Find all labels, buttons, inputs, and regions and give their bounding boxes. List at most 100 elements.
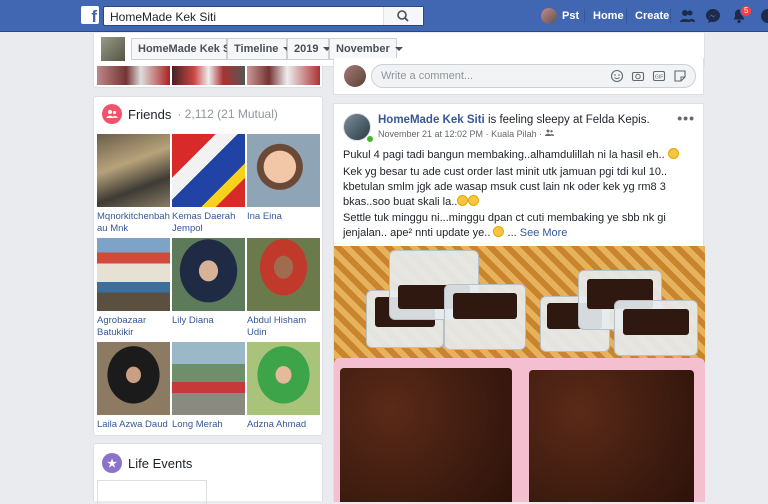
friend-name[interactable]: Mqnorkitchenbahau Mnk: [97, 211, 173, 235]
home-link[interactable]: Home: [593, 10, 624, 22]
messenger-icon[interactable]: [705, 8, 721, 24]
friend-tile[interactable]: Ina Eina: [247, 134, 320, 223]
friend-photo[interactable]: [172, 238, 245, 311]
friend-name[interactable]: Kemas Daerah Jempol: [172, 211, 248, 235]
friend-tile[interactable]: Adzna Ahmad: [247, 342, 320, 431]
friend-photo[interactable]: [172, 342, 245, 415]
notification-count-badge: 5: [740, 5, 753, 17]
nav-divider: [584, 9, 585, 23]
friend-name[interactable]: Adzna Ahmad: [247, 419, 323, 431]
friends-card: Friends · 2,112 (21 Mutual) Mqnorkitchen…: [93, 96, 323, 436]
cake-container: [444, 284, 526, 350]
camera-icon[interactable]: [631, 69, 645, 83]
nav-divider: [670, 9, 671, 23]
friends-icon: [102, 104, 122, 124]
post-header: HomeMade Kek Siti is feeling sleepy at F…: [378, 113, 678, 127]
comment-placeholder: Write a comment...: [381, 70, 474, 82]
year-label: 2019: [294, 43, 319, 55]
grin-emoji-icon: [468, 195, 480, 206]
nav-divider: [626, 9, 627, 23]
friend-name[interactable]: Lily Diana: [172, 315, 248, 327]
post-text-line: Settle tuk minggu ni...minggu dpan ct cu…: [343, 212, 666, 239]
friend-photo[interactable]: [247, 134, 320, 207]
post-text-line: Pukul 4 pagi tadi bangun membaking..alha…: [343, 148, 699, 163]
friend-name[interactable]: Laila Azwa Daud: [97, 419, 173, 431]
friend-tile[interactable]: Agrobazaar Batukikir: [97, 238, 170, 339]
friends-title[interactable]: Friends: [128, 107, 171, 122]
comment-input[interactable]: Write a comment... GIF: [371, 64, 696, 88]
post-meta: November 21 at 12:02 PM · Kuala Pilah ·: [378, 129, 554, 139]
comment-composer: Write a comment... GIF: [333, 58, 704, 95]
post-activity[interactable]: is feeling sleepy at Felda Kepis.: [488, 114, 650, 126]
friend-tile[interactable]: Abdul Hisham Udin: [247, 238, 320, 339]
grin-emoji-icon: [667, 148, 679, 159]
post-photo-cakes[interactable]: [334, 246, 705, 502]
friend-photo[interactable]: [97, 342, 170, 415]
friend-photo[interactable]: [247, 238, 320, 311]
month-dropdown[interactable]: November: [329, 38, 403, 60]
sticker-icon[interactable]: [673, 69, 687, 83]
grin-emoji-icon: [457, 195, 469, 206]
star-icon: ★: [102, 453, 122, 473]
create-link[interactable]: Create: [635, 10, 669, 22]
friend-photo[interactable]: [247, 342, 320, 415]
life-events-header: ★ Life Events: [102, 453, 192, 473]
post-text-line: Kek yg besar tu ade cust order last mini…: [343, 165, 699, 210]
timeline-dropdown[interactable]: Timeline: [227, 38, 292, 60]
life-events-card: ★ Life Events: [93, 443, 323, 504]
top-navigation-bar: f HomeMade Kek Siti Pst Home Create 5: [0, 0, 768, 32]
see-more-link[interactable]: See More: [520, 227, 568, 239]
timeline-label: Timeline: [234, 43, 279, 55]
friend-tile[interactable]: Lily Diana: [172, 238, 245, 327]
friend-name[interactable]: Agrobazaar Batukikir: [97, 315, 173, 339]
friends-audience-icon[interactable]: [544, 129, 554, 137]
user-avatar[interactable]: [541, 8, 557, 24]
facebook-logo[interactable]: f: [81, 6, 99, 24]
photo-thumbnail[interactable]: [97, 66, 170, 85]
online-status-icon: [366, 135, 374, 143]
photo-thumbnail[interactable]: [172, 66, 245, 85]
month-label: November: [336, 43, 390, 55]
post-author-name[interactable]: HomeMade Kek Siti: [378, 114, 485, 126]
commenter-avatar: [344, 65, 366, 87]
photo-thumbnail[interactable]: [247, 66, 320, 85]
search-box[interactable]: HomeMade Kek Siti: [103, 6, 424, 26]
friend-photo[interactable]: [172, 134, 245, 207]
chevron-down-icon: [394, 47, 403, 52]
account-menu-icon[interactable]: [760, 8, 768, 24]
page-thumbnail[interactable]: [101, 37, 125, 61]
chocolate-cake: [340, 368, 512, 502]
photos-strip: [93, 66, 323, 88]
search-icon: [397, 10, 409, 22]
cake-container: [614, 300, 698, 356]
emoji-icon[interactable]: [610, 69, 624, 83]
search-input[interactable]: HomeMade Kek Siti: [110, 10, 216, 24]
friend-name[interactable]: Long Merah: [172, 419, 248, 431]
chocolate-cake: [529, 370, 694, 502]
post-text: Kek yg besar tu ade cust order last mini…: [343, 166, 668, 208]
friend-name[interactable]: Abdul Hisham Udin: [247, 315, 323, 339]
life-event-item[interactable]: [97, 480, 207, 504]
friend-tile[interactable]: Mqnorkitchenbahau Mnk: [97, 134, 170, 235]
post-card: HomeMade Kek Siti is feeling sleepy at F…: [333, 103, 705, 502]
friend-name[interactable]: Ina Eina: [247, 211, 323, 223]
friends-header: Friends · 2,112 (21 Mutual): [102, 104, 278, 124]
friend-photo[interactable]: [97, 134, 170, 207]
post-timestamp[interactable]: November 21 at 12:02 PM: [378, 129, 483, 139]
profile-link[interactable]: Pst: [562, 10, 579, 22]
friends-count: · 2,112 (21 Mutual): [177, 107, 278, 121]
life-events-title[interactable]: Life Events: [128, 456, 192, 471]
post-location[interactable]: · Kuala Pilah ·: [486, 129, 543, 139]
friend-tile[interactable]: Laila Azwa Daud: [97, 342, 170, 431]
gif-icon[interactable]: GIF: [652, 69, 666, 83]
year-dropdown[interactable]: 2019: [287, 38, 332, 60]
search-button[interactable]: [383, 7, 423, 25]
friend-photo[interactable]: [97, 238, 170, 311]
smile-emoji-icon: [493, 226, 505, 237]
friend-requests-icon[interactable]: [679, 8, 695, 24]
page-name-button[interactable]: HomeMade Kek Siti: [131, 38, 240, 60]
friend-tile[interactable]: Kemas Daerah Jempol: [172, 134, 245, 235]
post-text: Settle tuk minggu ni...minggu dpan ct cu…: [343, 212, 666, 239]
friend-tile[interactable]: Long Merah: [172, 342, 245, 431]
post-options-menu[interactable]: •••: [677, 110, 695, 126]
